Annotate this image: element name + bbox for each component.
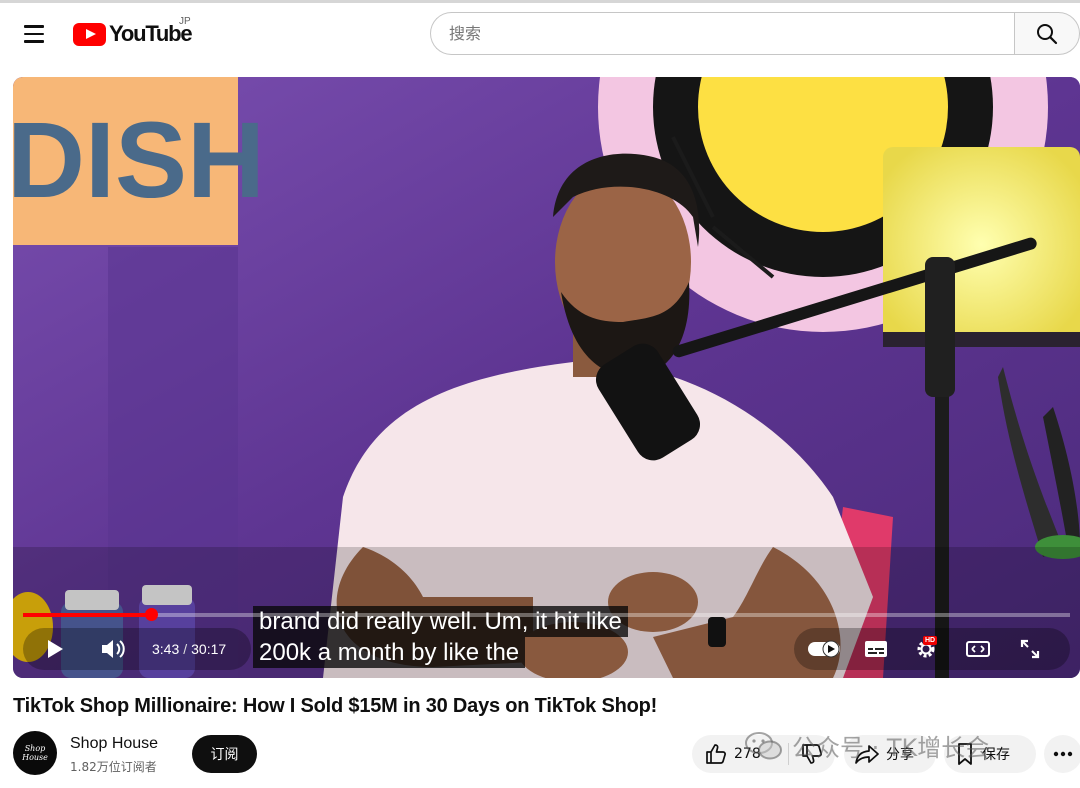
- share-arrow-icon: [855, 745, 879, 764]
- youtube-play-logo-icon: [73, 22, 106, 46]
- settings-button[interactable]: HD: [906, 628, 946, 670]
- fullscreen-button[interactable]: [1010, 628, 1050, 670]
- save-button[interactable]: 保存: [944, 735, 1036, 773]
- video-player[interactable]: DISH brand did really well. Um, it hit l…: [13, 77, 1080, 678]
- time-separator: /: [183, 641, 188, 657]
- theater-mode-icon: [966, 641, 990, 657]
- subtitles-icon: [865, 641, 887, 657]
- video-title: TikTok Shop Millionaire: How I Sold $15M…: [13, 695, 658, 717]
- dislike-button[interactable]: [789, 735, 835, 773]
- video-frame: DISH: [13, 77, 1080, 678]
- right-controls: HD: [794, 628, 1070, 670]
- like-dislike-group: 278: [692, 735, 835, 773]
- caption-line-1: brand did really well. Um, it hit like: [253, 606, 628, 637]
- search-input[interactable]: [430, 12, 1014, 55]
- more-dots-icon: [1053, 751, 1073, 757]
- share-label: 分享: [886, 747, 914, 763]
- country-code: JP: [179, 16, 191, 27]
- current-time: 3:43: [152, 641, 180, 657]
- play-icon: [48, 640, 63, 658]
- wall-sign-text: DISH: [13, 99, 265, 220]
- thumbs-up-icon: [706, 744, 726, 764]
- duration: 30:17: [191, 641, 227, 657]
- left-controls: 3:43 / 30:17: [23, 628, 251, 670]
- top-border: [0, 0, 1080, 3]
- avatar-logo-text: Shop House: [22, 744, 48, 762]
- channel-avatar[interactable]: Shop House: [13, 731, 57, 775]
- bookmark-icon: [958, 743, 972, 765]
- time-display: 3:43 / 30:17: [152, 628, 226, 670]
- progress-bar[interactable]: [23, 608, 1070, 621]
- subtitles-button[interactable]: [856, 628, 896, 670]
- subscribe-button[interactable]: 订阅: [192, 735, 257, 773]
- thumbs-down-icon: [802, 744, 822, 764]
- search-button[interactable]: [1014, 12, 1080, 55]
- caption-line-2: 200k a month by like the: [253, 637, 526, 668]
- youtube-logo[interactable]: YouTube: [73, 18, 193, 50]
- hamburger-menu-icon[interactable]: [16, 18, 54, 50]
- search-bar: [430, 12, 1080, 55]
- channel-name[interactable]: Shop House: [70, 735, 158, 753]
- autoplay-toggle-icon: [808, 640, 840, 658]
- like-button[interactable]: 278: [692, 735, 788, 773]
- theater-mode-button[interactable]: [958, 628, 998, 670]
- hd-badge: HD: [923, 636, 938, 645]
- more-actions-button[interactable]: [1044, 735, 1080, 773]
- save-label: 保存: [982, 747, 1010, 763]
- progress-played: [23, 613, 152, 617]
- volume-icon: [102, 640, 125, 658]
- share-button[interactable]: 分享: [844, 735, 936, 773]
- fullscreen-icon: [1020, 639, 1040, 659]
- volume-button[interactable]: [93, 628, 133, 670]
- like-count: 278: [734, 746, 761, 762]
- autoplay-toggle[interactable]: [804, 628, 844, 670]
- subscriber-count: 1.82万位订阅者: [70, 760, 157, 774]
- magnifier-search-icon: [1037, 23, 1058, 44]
- play-button[interactable]: [35, 628, 75, 670]
